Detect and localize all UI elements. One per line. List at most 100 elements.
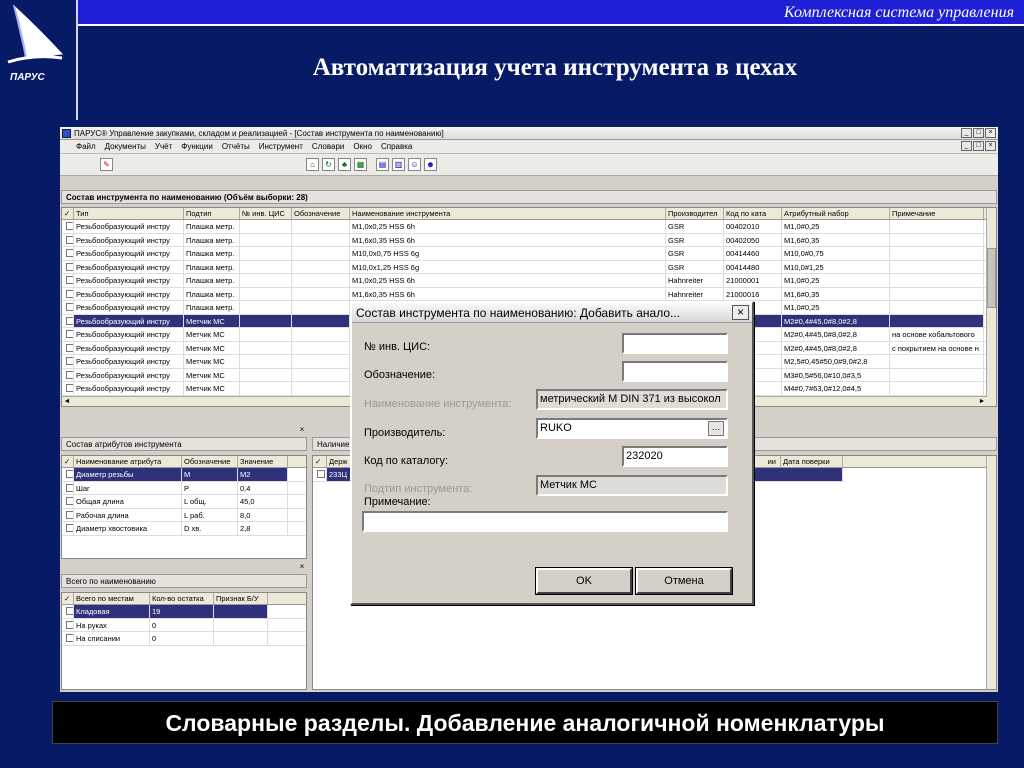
home-icon[interactable]: ⌂ [306,158,319,171]
row-checkbox[interactable] [62,274,74,287]
table-row[interactable]: Резьбообразующий инстру Плашка метр. М10,0… [62,247,996,261]
table-cell [890,314,984,327]
inv-label: № инв. ЦИС: [364,341,431,353]
cancel-button[interactable]: Отмена [635,567,733,595]
catalog-code-input[interactable]: 232020 [622,446,728,467]
menu-window[interactable]: Окно [353,140,372,153]
note-input[interactable] [362,511,728,532]
menu-help[interactable]: Справка [381,140,412,153]
menu-accounting[interactable]: Учёт [155,140,172,153]
table-cell [292,301,350,314]
col-inv[interactable]: № инв. ЦИС [240,208,292,219]
table-row[interactable]: Резьбообразующий инстру Плашка метр. М10,0… [62,260,996,274]
table-cell: Плашка метр. [184,247,240,260]
table-row[interactable]: Резьбообразующий инстру Плашка метр. М1,6х… [62,287,996,301]
total-row[interactable]: Кладовая 19 [62,605,306,619]
refresh-icon[interactable]: ↻ [322,158,335,171]
menu-documents[interactable]: Документы [105,140,146,153]
menu-functions[interactable]: Функции [181,140,213,153]
table-cell: Резьбообразующий инстру [74,287,184,300]
col-type[interactable]: Тип [74,208,184,219]
attr-row[interactable]: Шаг Р 0,4 [62,481,306,495]
row-checkbox[interactable] [62,341,74,354]
menu-dictionaries[interactable]: Словари [312,140,345,153]
right-col-check-date[interactable]: Дата поверки [781,456,843,467]
row-checkbox[interactable] [62,508,74,521]
total-col-used[interactable]: Признак Б/У [214,593,268,604]
total-row[interactable]: На руках 0 [62,618,306,632]
manufacturer-input[interactable]: RUKO [536,418,728,439]
row-checkbox[interactable] [62,328,74,341]
row-checkbox[interactable] [62,468,74,481]
attr-grid-header: ✓ Наименование атрибута Обозначение Знач… [62,456,306,468]
book-icon[interactable]: ▤ [376,158,389,171]
attr-row[interactable]: Диаметр хвостовика D хв. 2,8 [62,522,306,536]
table-cell: Резьбообразующий инстру [74,274,184,287]
col-attr-set[interactable]: Атрибутный набор [782,208,890,219]
right-vscroll[interactable] [986,456,996,689]
row-checkbox[interactable] [62,301,74,314]
table-row[interactable]: Резьбообразующий инстру Плашка метр. М1,0х… [62,274,996,288]
inv-input[interactable] [622,333,728,354]
table-row[interactable]: Резьбообразующий инстру Плашка метр. М1,6х… [62,233,996,247]
row-checkbox[interactable] [62,287,74,300]
users-icon[interactable]: ☺ [408,158,421,171]
edit-icon[interactable]: ✎ [100,158,113,171]
col-catalog-code[interactable]: Код по ката [724,208,782,219]
total-panel-close-icon[interactable]: × [297,562,307,572]
menu-file[interactable]: Файл [76,140,96,153]
row-checkbox[interactable] [62,495,74,508]
row-checkbox[interactable] [62,260,74,273]
total-row[interactable]: На списании 0 [62,632,306,646]
attr-col-designation[interactable]: Обозначение [182,456,238,467]
tree-icon[interactable]: ♣ [338,158,351,171]
minimize-button[interactable]: _ [961,128,972,138]
col-subtype[interactable]: Подтип [184,208,240,219]
row-checkbox[interactable] [62,220,74,233]
col-manufacturer[interactable]: Производител [666,208,724,219]
row-checkbox[interactable] [62,355,74,368]
attr-col-value[interactable]: Значение [238,456,288,467]
row-checkbox[interactable] [62,368,74,381]
row-checkbox[interactable] [62,481,74,494]
total-grid: ✓ Всего по местам Кол-во остатка Признак… [61,592,307,690]
menu-instrument[interactable]: Инструмент [259,140,303,153]
dialog-close-icon[interactable]: × [732,305,749,320]
main-vscroll-thumb[interactable] [987,248,996,308]
group-icon[interactable]: ☻ [424,158,437,171]
doc-icon[interactable]: ▥ [392,158,405,171]
table-row[interactable]: Резьбообразующий инстру Плашка метр. М1,0х… [62,220,996,234]
total-col-qty[interactable]: Кол-во остатка [150,593,214,604]
attr-row[interactable]: Общая длина L общ. 45,0 [62,495,306,509]
menu-reports[interactable]: Отчёты [222,140,250,153]
row-checkbox[interactable] [62,632,74,645]
table-cell: 45,0 [238,495,288,508]
attr-col-name[interactable]: Наименование атрибута [74,456,182,467]
menu-bar: Файл Документы Учёт Функции Отчёты Инстр… [60,140,998,154]
child-restore-button[interactable]: □ [973,141,984,151]
col-designation[interactable]: Обозначение [292,208,350,219]
col-name[interactable]: Наименование инструмента [350,208,666,219]
attr-panel-close-icon[interactable]: × [297,425,307,435]
ok-button[interactable]: OK [535,567,633,595]
table-cell: 19 [150,605,214,618]
row-checkbox[interactable] [62,233,74,246]
child-close-button[interactable]: × [985,141,996,151]
grid-icon[interactable]: ▦ [354,158,367,171]
close-button[interactable]: × [985,128,996,138]
maximize-button[interactable]: □ [973,128,984,138]
row-checkbox[interactable] [62,247,74,260]
row-checkbox[interactable] [62,605,74,618]
col-note[interactable]: Примечание [890,208,984,219]
row-checkbox[interactable] [62,618,74,631]
total-col-place[interactable]: Всего по местам [74,593,150,604]
manufacturer-lookup-button[interactable]: … [708,421,724,436]
attr-row[interactable]: Диаметр резьбы М М2 [62,468,306,482]
attr-row[interactable]: Рабочая длина L раб. 8,0 [62,508,306,522]
main-vscroll[interactable] [986,208,996,406]
row-checkbox[interactable] [62,522,74,535]
row-checkbox[interactable] [62,314,74,327]
child-minimize-button[interactable]: _ [961,141,972,151]
designation-input[interactable] [622,361,728,382]
row-checkbox[interactable] [62,382,74,395]
